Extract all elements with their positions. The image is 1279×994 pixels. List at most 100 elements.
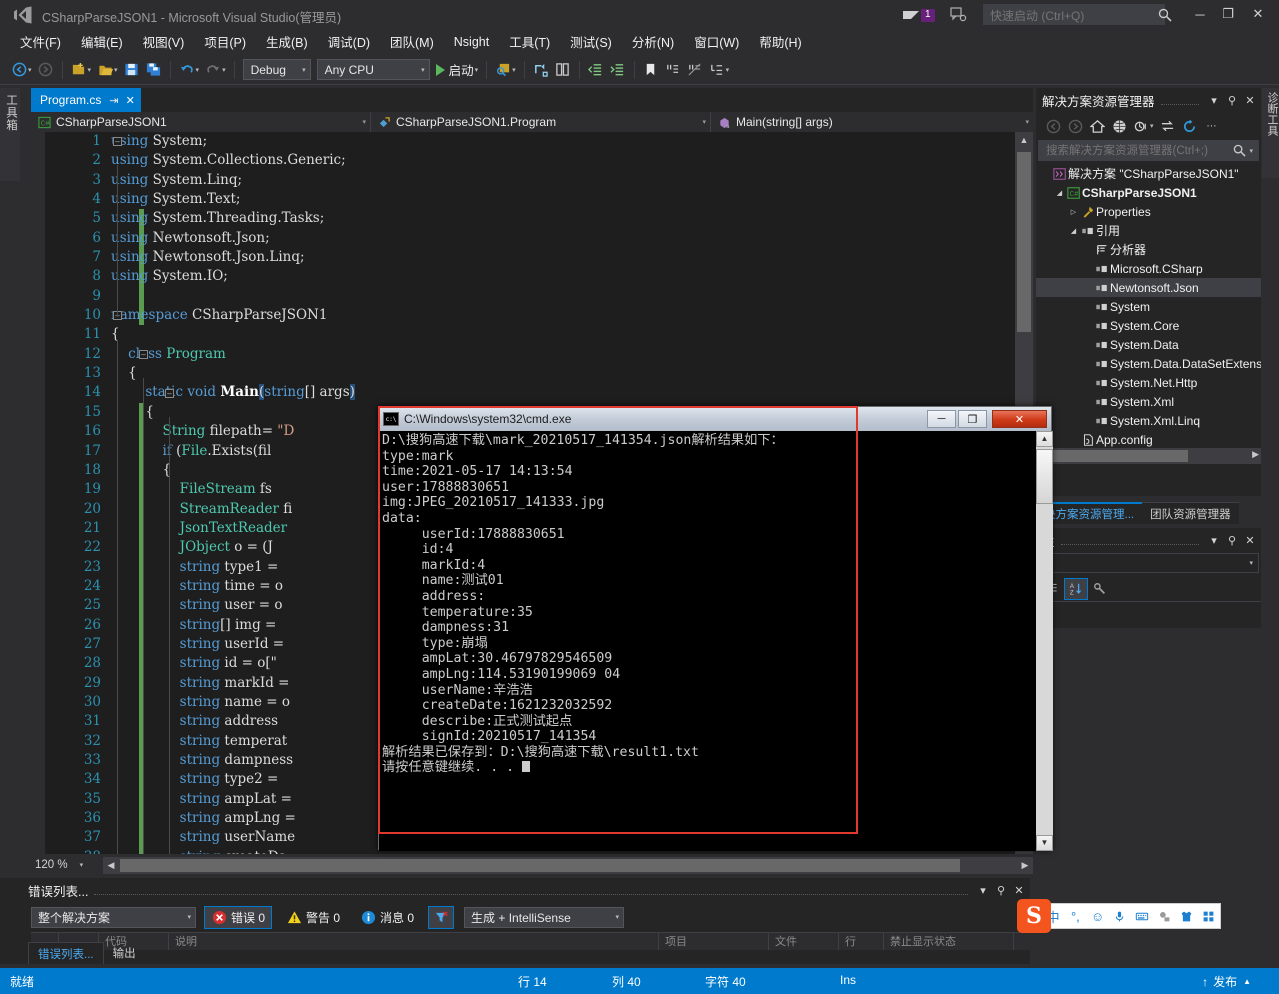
- tree-item-solution[interactable]: 解决方案 "CSharpParseJSON1": [1036, 164, 1261, 183]
- menu-debug[interactable]: 调试(D): [318, 29, 380, 55]
- undo-icon[interactable]: [176, 59, 198, 81]
- menu-window[interactable]: 窗口(W): [684, 29, 749, 55]
- solution-explorer-hscrollbar[interactable]: ▶: [1036, 448, 1261, 464]
- tree-item-analyzers[interactable]: 分析器: [1036, 240, 1261, 259]
- solution-explorer-search[interactable]: ▾: [1038, 140, 1259, 161]
- tree-item-system-data-datasetextensions[interactable]: System.Data.DataSetExtensions: [1036, 354, 1261, 373]
- editor-horizontal-scrollbar[interactable]: ◀ ▶: [103, 856, 1033, 874]
- window-minimize-button[interactable]: ─: [1186, 2, 1214, 26]
- ime-toolbox-icon[interactable]: [1153, 910, 1175, 923]
- build-intellisense-combo[interactable]: 生成 + IntelliSense ▾: [464, 906, 625, 928]
- pin-icon[interactable]: ⚲: [1223, 531, 1241, 549]
- find-in-files-icon[interactable]: [492, 59, 514, 81]
- code-line[interactable]: {: [111, 325, 1015, 344]
- home-icon[interactable]: [1086, 116, 1108, 136]
- redo-icon[interactable]: [202, 59, 224, 81]
- undo-dropdown[interactable]: ▾: [196, 66, 200, 74]
- code-line[interactable]: {: [111, 364, 1015, 383]
- property-pages-icon[interactable]: [1088, 578, 1112, 600]
- outlining-collapse-icon[interactable]: –: [139, 349, 148, 359]
- nav-type-dropdown[interactable]: CSharpParseJSON1.Program ▾: [371, 112, 711, 132]
- chevron-right-icon[interactable]: ▷: [1068, 206, 1079, 217]
- col-suppression[interactable]: 禁止显示状态: [884, 933, 1014, 950]
- col-file[interactable]: 文件: [769, 933, 839, 950]
- errors-filter-button[interactable]: 错误 0: [204, 905, 273, 929]
- ime-menu-icon[interactable]: [1198, 910, 1220, 923]
- tab-error-list[interactable]: 错误列表...: [28, 942, 104, 964]
- tree-item-properties[interactable]: ▷ Properties: [1036, 202, 1261, 221]
- tab-team-explorer[interactable]: 团队资源管理器: [1142, 502, 1239, 524]
- menu-edit[interactable]: 编辑(E): [71, 29, 133, 55]
- search-icon[interactable]: [1158, 8, 1172, 22]
- scroll-right-arrow-icon[interactable]: ▶: [1017, 857, 1033, 874]
- code-line[interactable]: class Program: [111, 345, 1015, 364]
- decrease-indent-icon[interactable]: [585, 59, 607, 81]
- tree-item-system-xml-linq[interactable]: System.Xml.Linq: [1036, 411, 1261, 430]
- new-project-icon[interactable]: [68, 59, 90, 81]
- comment-selection-icon[interactable]: [662, 59, 684, 81]
- scrollbar-thumb[interactable]: [1036, 449, 1053, 504]
- close-icon[interactable]: ✕: [1241, 531, 1259, 549]
- chevron-down-icon[interactable]: ▾: [1205, 531, 1223, 549]
- col-line[interactable]: 行: [839, 933, 884, 950]
- nav-member-dropdown[interactable]: a Main(string[] args) ▾: [711, 112, 1033, 132]
- ime-emoji-icon[interactable]: ☺: [1087, 909, 1109, 924]
- step-over-icon[interactable]: [552, 59, 574, 81]
- switch-views-icon[interactable]: [1108, 116, 1130, 136]
- console-window[interactable]: c:\ C:\Windows\system32\cmd.exe ─ ❐ ✕ D:…: [378, 406, 1053, 851]
- redo-dropdown[interactable]: ▾: [222, 66, 226, 74]
- properties-object-combo[interactable]: ▾: [1038, 553, 1259, 573]
- diagnostic-tools-tab[interactable]: 诊断工具: [1262, 88, 1279, 178]
- tab-output[interactable]: 输出: [104, 942, 145, 964]
- nav-project-dropdown[interactable]: C# CSharpParseJSON1 ▾: [31, 112, 371, 132]
- toolbox-tab[interactable]: 工具箱: [0, 88, 20, 181]
- ime-punctuation-icon[interactable]: °,: [1064, 909, 1086, 924]
- uncomment-selection-icon[interactable]: [684, 59, 706, 81]
- scroll-left-arrow-icon[interactable]: ◀: [103, 857, 119, 874]
- scroll-down-arrow-icon[interactable]: ▼: [1036, 835, 1053, 851]
- open-file-icon[interactable]: [94, 59, 116, 81]
- sogou-logo-icon[interactable]: S: [1017, 899, 1051, 933]
- menu-build[interactable]: 生成(B): [256, 29, 318, 55]
- menu-file[interactable]: 文件(F): [10, 29, 71, 55]
- step-into-icon[interactable]: [530, 59, 552, 81]
- pin-icon[interactable]: ⇥: [109, 94, 118, 107]
- tree-item-newtonsoft-json[interactable]: Newtonsoft.Json: [1036, 278, 1261, 297]
- scroll-up-arrow-icon[interactable]: ▲: [1015, 132, 1033, 148]
- toolbar-overflow-icon[interactable]: ▾: [726, 66, 730, 74]
- search-input[interactable]: [1044, 143, 1234, 158]
- solution-platform-combo[interactable]: Any CPU ▾: [316, 59, 430, 80]
- ime-skin-icon[interactable]: [1176, 910, 1198, 923]
- error-scope-combo[interactable]: 整个解决方案 ▾: [31, 906, 196, 928]
- navigate-backward-icon[interactable]: [8, 59, 30, 81]
- console-close-button[interactable]: ✕: [992, 410, 1047, 428]
- new-project-dropdown[interactable]: ▾: [88, 66, 92, 74]
- tree-item-microsoft-csharp[interactable]: Microsoft.CSharp: [1036, 259, 1261, 278]
- overflow-icon[interactable]: ⋯: [1201, 116, 1223, 136]
- back-arrow-icon[interactable]: [1042, 116, 1064, 136]
- navigate-forward-icon[interactable]: [35, 59, 57, 81]
- menu-view[interactable]: 视图(V): [133, 29, 195, 55]
- scrollbar-thumb[interactable]: [1017, 152, 1031, 332]
- code-line[interactable]: using System.IO;: [111, 267, 1015, 286]
- ime-soft-keyboard-icon[interactable]: [1131, 910, 1153, 923]
- notifications-button[interactable]: 1: [903, 5, 935, 25]
- code-line[interactable]: using System.Text;: [111, 190, 1015, 209]
- menu-project[interactable]: 项目(P): [194, 29, 256, 55]
- sort-alphabetical-icon[interactable]: AZ: [1064, 577, 1088, 600]
- tab-program-cs[interactable]: Program.cs ⇥ ✕: [31, 88, 141, 112]
- window-close-button[interactable]: ✕: [1244, 2, 1272, 26]
- sync-with-active-document-icon[interactable]: [1157, 116, 1179, 136]
- window-maximize-button[interactable]: ❐: [1214, 2, 1242, 26]
- code-line[interactable]: using System;: [111, 132, 1015, 151]
- close-icon[interactable]: ✕: [1241, 91, 1259, 109]
- menu-help[interactable]: 帮助(H): [749, 29, 811, 55]
- feedback-icon[interactable]: [950, 7, 968, 23]
- start-debug-dropdown[interactable]: ▾: [475, 66, 479, 74]
- outlining-collapse-icon[interactable]: –: [165, 388, 174, 398]
- tree-item-system-net-http[interactable]: System.Net.Http: [1036, 373, 1261, 392]
- tree-item-system-xml[interactable]: System.Xml: [1036, 392, 1261, 411]
- console-title-bar[interactable]: c:\ C:\Windows\system32\cmd.exe ─ ❐ ✕: [379, 407, 1051, 431]
- forward-arrow-icon[interactable]: [1064, 116, 1086, 136]
- publish-button[interactable]: ↑ 发布 ▲: [1202, 973, 1251, 990]
